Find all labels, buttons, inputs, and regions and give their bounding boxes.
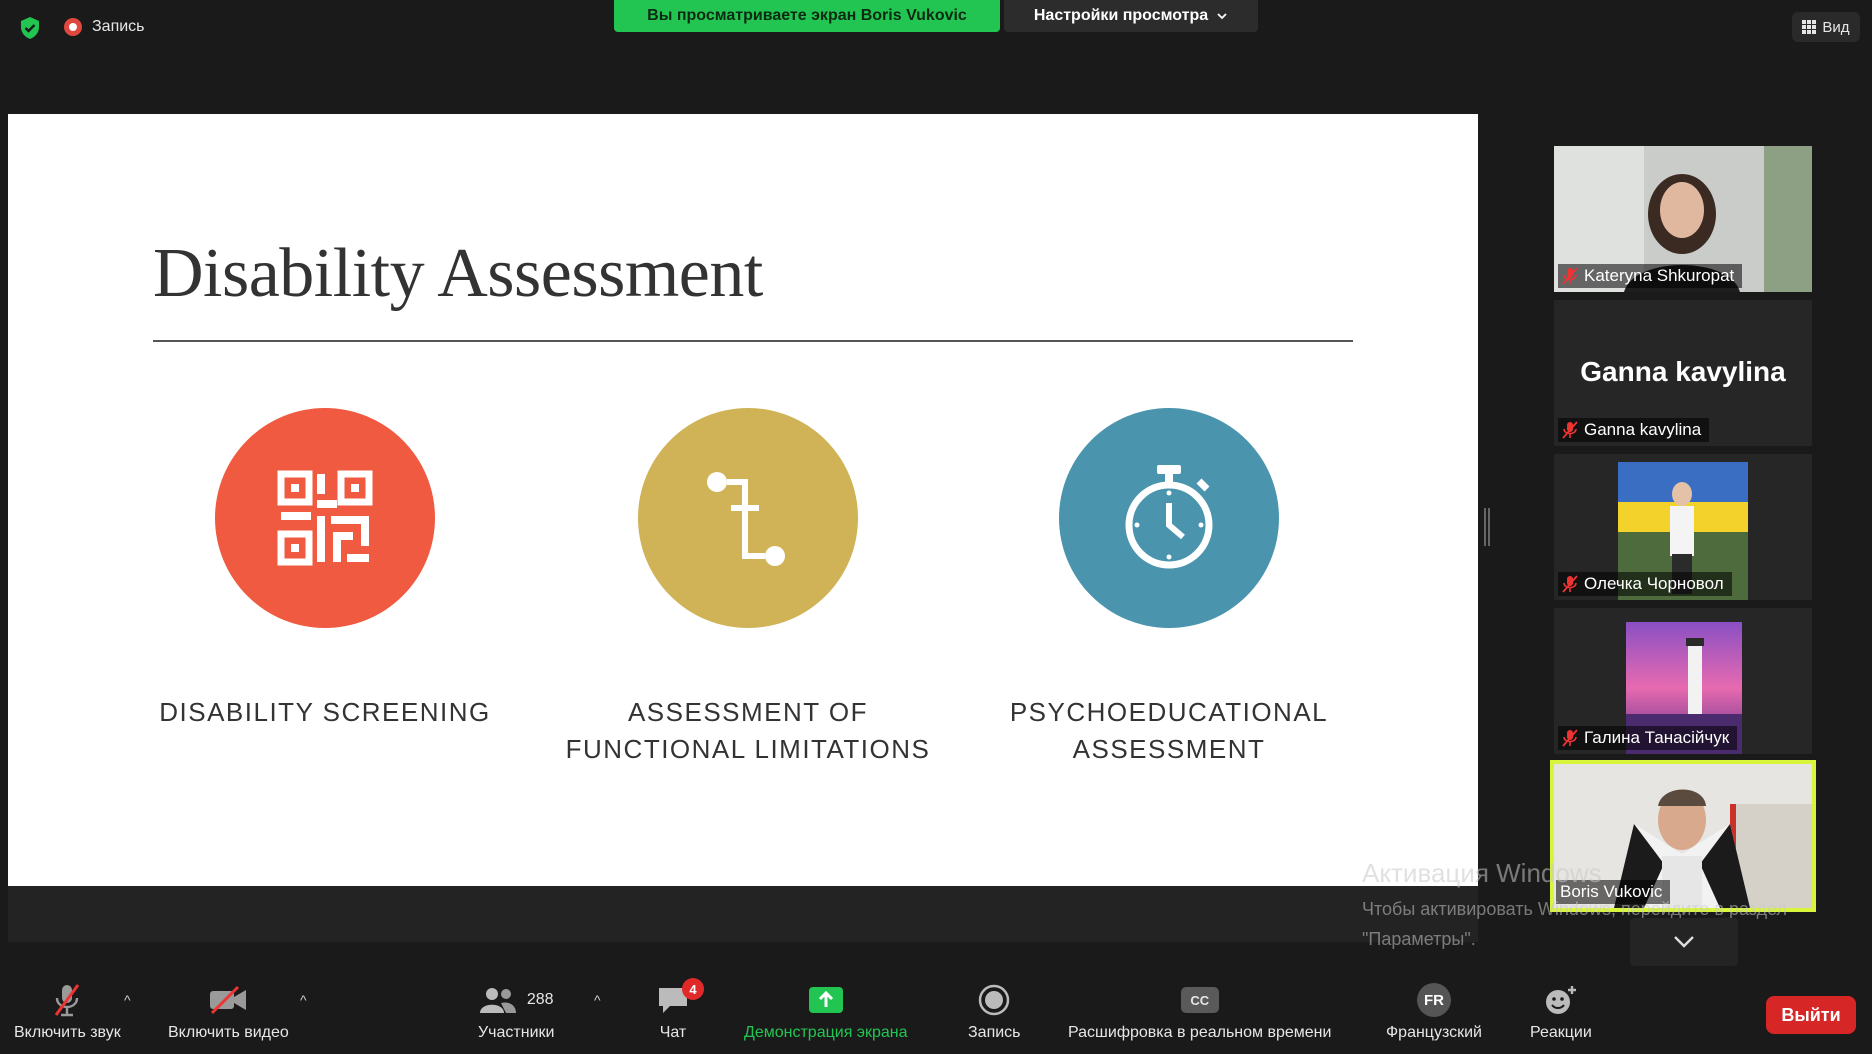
share-screen-button[interactable]: Демонстрация экрана xyxy=(744,982,908,1042)
process-path-icon xyxy=(707,472,785,566)
mic-icon-wrap xyxy=(52,982,82,1018)
gallery-scroll-down-button[interactable] xyxy=(1630,918,1738,966)
chat-unread-badge: 4 xyxy=(682,978,704,1000)
caption-line: FUNCTIONAL LIMITATIONS xyxy=(565,734,931,764)
closed-caption-icon: CC xyxy=(1180,987,1219,1013)
participant-name: Ganna kavylina xyxy=(1584,420,1702,439)
view-settings-label: Настройки просмотра xyxy=(1033,7,1209,24)
chat-button[interactable]: 4 Чат xyxy=(656,978,704,1042)
language-icon-wrap: FR xyxy=(1417,982,1451,1018)
slide-bottom-strip xyxy=(8,886,1478,942)
share-screen-label: Демонстрация экрана xyxy=(744,1024,908,1041)
slide-divider xyxy=(153,340,1353,342)
participant-tile[interactable]: Олечка Чорновол xyxy=(1554,454,1812,600)
active-speaker-tile[interactable]: Boris Vukovic xyxy=(1550,760,1816,912)
live-transcript-button[interactable]: CC Расшифровка в реальном времени xyxy=(1068,982,1331,1042)
record-icon xyxy=(979,984,1010,1016)
unmute-button[interactable]: Включить звук xyxy=(14,982,121,1042)
record-button[interactable]: Запись xyxy=(968,982,1021,1042)
chevron-down-icon xyxy=(1217,13,1227,20)
mic-muted-icon xyxy=(1562,421,1578,439)
psychoeducational-circle xyxy=(1059,408,1279,628)
caption-disability-screening: DISABILITY SCREENING xyxy=(115,694,535,731)
language-label: Французский xyxy=(1386,1024,1482,1041)
reactions-icon-wrap xyxy=(1543,982,1579,1018)
mic-muted-icon xyxy=(1562,729,1578,747)
participant-tile[interactable]: Галина Танасійчук xyxy=(1554,608,1812,754)
participant-name-tag: Олечка Чорновол xyxy=(1558,572,1732,596)
participants-options-caret[interactable]: ^ xyxy=(594,992,601,1008)
sharing-banner: Вы просматриваете экран Boris Vukovic xyxy=(614,0,1000,32)
emoji-add-icon xyxy=(1545,986,1576,1014)
participant-tile[interactable]: Kateryna Shkuropat xyxy=(1554,146,1812,292)
participant-name: Олечка Чорновол xyxy=(1584,574,1724,593)
participant-name: Галина Танасійчук xyxy=(1584,728,1730,747)
caption-line: DISABILITY SCREENING xyxy=(159,697,491,727)
mic-muted-icon xyxy=(55,984,80,1017)
live-transcript-label: Расшифровка в реальном времени xyxy=(1068,1024,1332,1041)
recording-indicator[interactable]: Запись xyxy=(64,18,145,36)
participant-name-tag: Галина Танасійчук xyxy=(1558,726,1738,750)
mic-muted-icon xyxy=(1562,267,1578,285)
caption-psychoeducational: PSYCHOEDUCATIONAL ASSESSMENT xyxy=(959,694,1379,768)
video-icon-wrap xyxy=(208,982,248,1018)
unmute-label: Включить звук xyxy=(14,1024,121,1041)
participants-count: 288 xyxy=(526,991,554,1008)
security-shield-icon[interactable] xyxy=(18,16,42,40)
recording-label: Запись xyxy=(92,18,145,35)
reactions-label: Реакции xyxy=(1530,1024,1592,1041)
windows-activation-title: Активация Windows xyxy=(1362,858,1602,888)
qr-code-icon xyxy=(277,470,373,566)
meeting-topbar: Запись Вы просматриваете экран Boris Vuk… xyxy=(0,0,1872,56)
audio-options-caret[interactable]: ^ xyxy=(124,992,131,1008)
record-label: Запись xyxy=(968,1024,1021,1041)
start-video-button[interactable]: Включить видео xyxy=(168,982,289,1042)
chevron-down-icon xyxy=(1674,936,1694,948)
view-settings-button[interactable]: Настройки просмотра xyxy=(1004,0,1258,32)
cc-icon-wrap: CC xyxy=(1180,982,1219,1018)
video-off-icon xyxy=(210,985,247,1015)
language-code-icon: FR xyxy=(1417,983,1451,1017)
view-button[interactable]: Вид xyxy=(1792,12,1860,42)
share-screen-icon xyxy=(808,987,843,1013)
screening-circle xyxy=(215,408,435,628)
record-icon-wrap xyxy=(978,982,1010,1018)
participant-display-name: Ganna kavylina xyxy=(1580,356,1786,387)
shared-screen-slide[interactable]: Disability Assessment DISABILITY SCREENI… xyxy=(8,114,1478,886)
participants-icon xyxy=(479,988,516,1013)
participant-name: Kateryna Shkuropat xyxy=(1584,266,1735,285)
participants-icon-wrap: 288 xyxy=(479,982,554,1018)
caption-functional-limitations: ASSESSMENT OF FUNCTIONAL LIMITATIONS xyxy=(538,694,958,768)
caption-line: ASSESSMENT OF xyxy=(627,697,869,727)
participants-button[interactable]: 288 Участники xyxy=(478,982,554,1042)
video-options-caret[interactable]: ^ xyxy=(300,992,307,1008)
meeting-toolbar: Включить звук ^ Включить видео ^ 288 Уча… xyxy=(0,966,1872,1054)
language-interpretation-button[interactable]: FR Французский xyxy=(1386,982,1482,1042)
share-icon-wrap xyxy=(808,982,844,1018)
start-video-label: Включить видео xyxy=(168,1024,289,1041)
leave-meeting-button[interactable]: Выйти xyxy=(1766,996,1856,1034)
participant-name-tag: Kateryna Shkuropat xyxy=(1558,264,1743,288)
mic-muted-icon xyxy=(1562,575,1578,593)
reactions-button[interactable]: Реакции xyxy=(1530,982,1592,1042)
stopwatch-icon xyxy=(1125,465,1213,569)
chat-icon-wrap: 4 xyxy=(656,978,704,1018)
participant-name-tag: Ganna kavylina xyxy=(1558,418,1710,442)
caption-line: PSYCHOEDUCATIONAL xyxy=(1009,697,1329,727)
gallery-resize-handle[interactable] xyxy=(1484,508,1490,546)
functional-limitations-circle xyxy=(638,408,858,628)
grid-icon xyxy=(1802,20,1817,34)
slide-title: Disability Assessment xyxy=(153,235,763,312)
recording-icon xyxy=(64,18,82,36)
participant-tile[interactable]: Ganna kavylina Ganna kavylina xyxy=(1554,300,1812,446)
participants-label: Участники xyxy=(478,1024,555,1041)
view-label: Вид xyxy=(1822,18,1850,36)
caption-line: ASSESSMENT xyxy=(1072,734,1266,764)
chat-label: Чат xyxy=(659,1024,687,1041)
